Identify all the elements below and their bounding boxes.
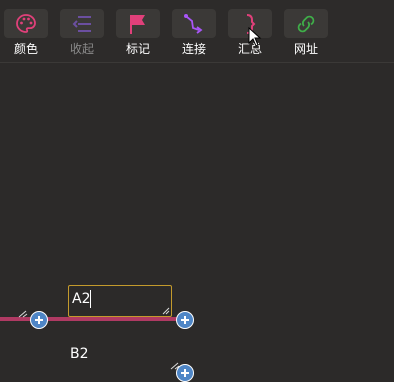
connect-icon	[184, 14, 203, 34]
color-label: 颜色	[13, 42, 38, 56]
node-b2-text[interactable]: B2	[70, 346, 89, 362]
resize-handle-icon[interactable]	[162, 307, 170, 315]
connect-button[interactable]: 连接	[170, 9, 218, 59]
add-node-button[interactable]	[30, 311, 48, 329]
resize-handle-icon[interactable]	[18, 310, 28, 318]
mark-button[interactable]: 标记	[114, 9, 162, 59]
collapse-icon	[72, 16, 91, 32]
collapse-label: 收起	[69, 42, 94, 56]
link-icon	[297, 15, 315, 33]
add-child-button-b2[interactable]	[176, 364, 194, 382]
text-caret	[90, 290, 91, 308]
url-button[interactable]: 网址	[282, 9, 330, 59]
add-child-button[interactable]	[176, 311, 194, 329]
node-a2-text: A2	[72, 291, 91, 307]
mark-label: 标记	[125, 42, 150, 56]
toolbar: 颜色 收起 标记 连接 汇总 网址	[0, 0, 394, 63]
url-label: 网址	[293, 42, 318, 56]
connect-label: 连接	[181, 42, 206, 56]
mindmap-canvas[interactable]: A2 B2	[0, 63, 394, 382]
palette-icon	[16, 14, 36, 33]
node-a2-editor[interactable]: A2	[68, 285, 172, 317]
color-button[interactable]: 颜色	[2, 9, 50, 59]
mouse-cursor-icon	[248, 27, 262, 47]
flag-icon	[130, 15, 145, 34]
collapse-button[interactable]: 收起	[58, 9, 106, 59]
